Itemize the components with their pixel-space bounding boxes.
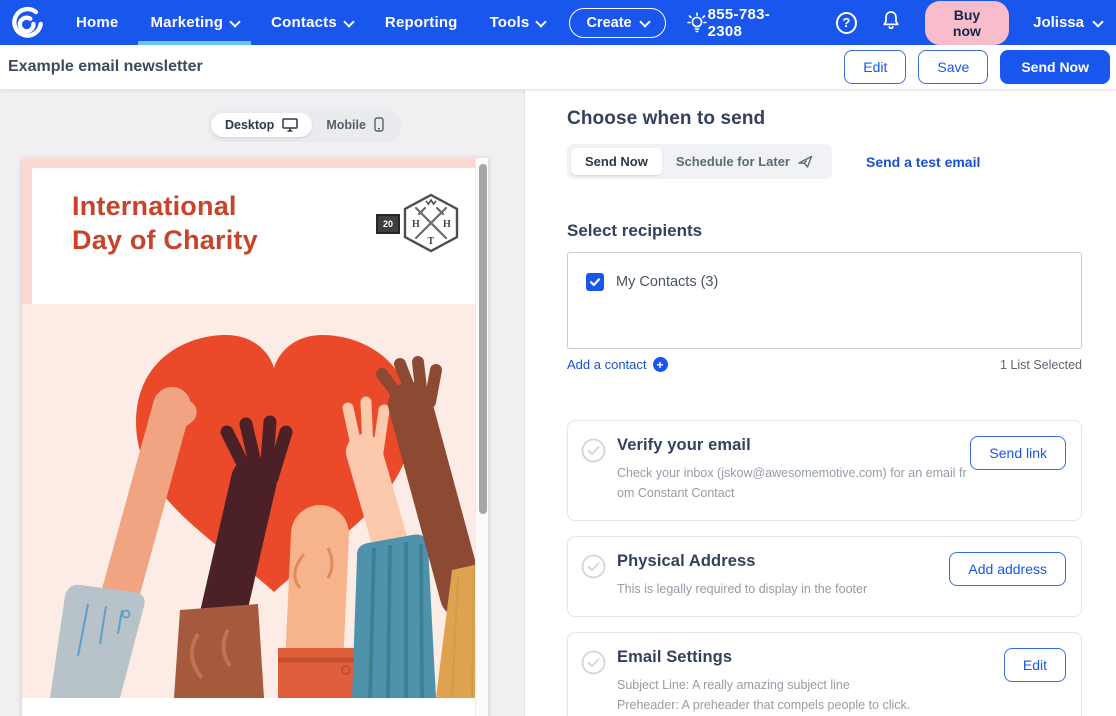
- buy-now-button[interactable]: Buy now: [925, 1, 1009, 45]
- svg-text:H: H: [443, 219, 451, 230]
- send-test-email-link[interactable]: Send a test email: [866, 154, 980, 170]
- nav-item-label: Marketing: [150, 14, 223, 31]
- nav-item-tools[interactable]: Tools: [474, 0, 562, 45]
- choose-when-heading: Choose when to send: [567, 108, 1082, 130]
- circle-check-icon: [581, 438, 606, 463]
- notifications-bell-icon[interactable]: [881, 9, 901, 36]
- charity-logo: 20 H H T: [376, 192, 462, 254]
- desktop-toggle[interactable]: Desktop: [211, 113, 312, 137]
- monitor-icon: [282, 118, 298, 132]
- recipients-list-box: My Contacts (3): [567, 252, 1082, 349]
- plus-circle-icon: +: [653, 357, 668, 372]
- chevron-down-icon: [1093, 16, 1102, 25]
- send-now-tab[interactable]: Send Now: [571, 148, 662, 175]
- edit-button[interactable]: Edit: [844, 50, 906, 84]
- add-address-button[interactable]: Add address: [949, 552, 1066, 586]
- card-title: Verify your email: [617, 436, 970, 455]
- schedule-later-tab-label: Schedule for Later: [676, 154, 790, 169]
- navbar-right-cluster: 855-783-2308 ? Buy now Jolissa: [708, 1, 1102, 45]
- email-settings-card: Email Settings Subject Line: A really am…: [567, 632, 1082, 716]
- subject-line: Subject Line: A really amazing subject l…: [617, 675, 967, 695]
- add-contact-link[interactable]: Add a contact +: [567, 357, 668, 372]
- logo-flag-badge: 20: [376, 214, 400, 234]
- mobile-toggle[interactable]: Mobile: [312, 112, 398, 137]
- header-actions: Edit Save Send Now: [844, 50, 1110, 84]
- svg-text:T: T: [428, 236, 435, 247]
- card-settings-lines: Subject Line: A really amazing subject l…: [617, 675, 967, 716]
- nav-item-marketing[interactable]: Marketing: [134, 0, 255, 45]
- send-timing-row: Send Now Schedule for Later Send a test …: [567, 144, 1082, 179]
- list-selected-count: 1 List Selected: [1000, 358, 1082, 372]
- chevron-down-icon: [230, 16, 239, 25]
- edit-settings-button[interactable]: Edit: [1004, 648, 1066, 682]
- circle-check-icon: [581, 650, 606, 675]
- document-header-bar: Example email newsletter Edit Save Send …: [0, 45, 1116, 90]
- nav-item-label: Tools: [490, 14, 530, 31]
- nav-item-label: Contacts: [271, 14, 337, 31]
- send-now-tab-label: Send Now: [585, 154, 648, 169]
- card-title: Email Settings: [617, 648, 967, 667]
- chevron-down-icon: [640, 16, 649, 25]
- circle-check-icon: [581, 554, 606, 579]
- contact-list-label: My Contacts (3): [616, 274, 718, 290]
- nav-item-contacts[interactable]: Contacts: [255, 0, 369, 45]
- send-link-button[interactable]: Send link: [970, 436, 1066, 470]
- rocket-icon: [797, 154, 814, 169]
- create-button[interactable]: Create: [569, 8, 665, 38]
- preview-scrollbar-thumb[interactable]: [479, 164, 487, 514]
- card-description: Check your inbox (jskow@awesomemotive.co…: [617, 463, 970, 503]
- my-contacts-checkbox[interactable]: [586, 273, 604, 291]
- chevron-down-icon: [344, 16, 353, 25]
- charity-heart-illustration: [22, 304, 488, 698]
- add-contact-label: Add a contact: [567, 357, 647, 372]
- user-name: Jolissa: [1033, 14, 1084, 31]
- lightbulb-icon[interactable]: [686, 11, 708, 35]
- main-content: Desktop Mobile International Day of Char…: [0, 90, 1116, 716]
- chevron-down-icon: [536, 16, 545, 25]
- create-button-label: Create: [586, 15, 631, 31]
- save-button[interactable]: Save: [918, 50, 988, 84]
- main-nav: Home Marketing Contacts Reporting Tools: [60, 0, 561, 45]
- svg-text:H: H: [412, 219, 420, 230]
- top-navbar: Home Marketing Contacts Reporting Tools …: [0, 0, 1116, 45]
- device-preview-toggle: Desktop Mobile: [208, 109, 401, 140]
- card-description: This is legally required to display in t…: [617, 579, 867, 599]
- contact-list-row[interactable]: My Contacts (3): [586, 273, 1063, 291]
- nav-item-label: Reporting: [385, 14, 458, 31]
- email-header-block: International Day of Charity 20 H: [32, 168, 478, 304]
- email-preview-card: International Day of Charity 20 H: [22, 158, 488, 716]
- hexagon-crest-icon: H H T: [400, 192, 462, 254]
- email-preview-pane: Desktop Mobile International Day of Char…: [0, 90, 525, 716]
- card-title: Physical Address: [617, 552, 867, 571]
- mobile-toggle-label: Mobile: [326, 118, 366, 132]
- recipients-footer-row: Add a contact + 1 List Selected: [567, 357, 1082, 372]
- page-title: Example email newsletter: [8, 58, 203, 76]
- phone-icon: [374, 117, 384, 132]
- preview-scrollbar[interactable]: [475, 158, 488, 716]
- constant-contact-logo-icon[interactable]: [10, 6, 44, 40]
- user-menu[interactable]: Jolissa: [1033, 14, 1102, 31]
- nav-item-label: Home: [76, 14, 118, 31]
- desktop-toggle-label: Desktop: [225, 118, 274, 132]
- email-footer-block: You can make a difference.: [22, 698, 488, 716]
- schedule-later-tab[interactable]: Schedule for Later: [662, 148, 828, 175]
- physical-address-card: Physical Address This is legally require…: [567, 536, 1082, 617]
- send-options-pane: Choose when to send Send Now Schedule fo…: [525, 90, 1116, 716]
- send-timing-toggle: Send Now Schedule for Later: [567, 144, 832, 179]
- nav-item-home[interactable]: Home: [60, 0, 134, 45]
- select-recipients-heading: Select recipients: [567, 221, 1082, 241]
- send-now-button[interactable]: Send Now: [1000, 50, 1110, 84]
- preheader-line: Preheader: A preheader that compels peop…: [617, 695, 967, 715]
- support-phone-number[interactable]: 855-783-2308: [708, 6, 798, 40]
- verify-email-card: Verify your email Check your inbox (jsko…: [567, 420, 1082, 521]
- nav-item-reporting[interactable]: Reporting: [369, 0, 474, 45]
- email-header-section: International Day of Charity 20 H: [22, 158, 488, 304]
- help-icon[interactable]: ?: [836, 12, 857, 34]
